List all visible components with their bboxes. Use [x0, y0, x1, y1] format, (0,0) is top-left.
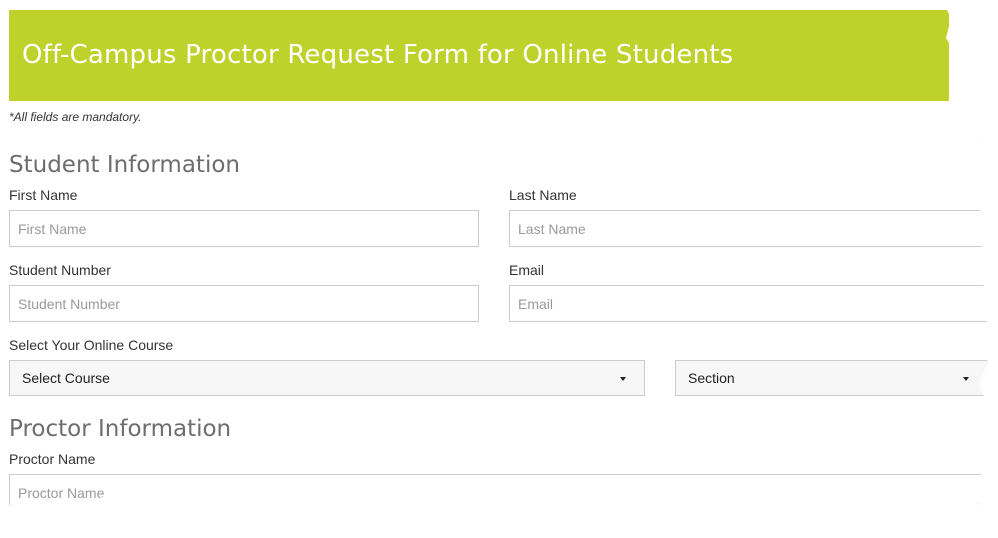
student-information-heading: Student Information — [9, 152, 240, 178]
email-input[interactable] — [509, 285, 989, 322]
section-select-value: Section — [688, 370, 735, 386]
last-name-input[interactable] — [509, 210, 989, 247]
first-name-label: First Name — [9, 187, 78, 203]
course-select-value: Select Course — [22, 370, 110, 386]
proctor-name-label: Proctor Name — [9, 451, 96, 467]
student-number-input[interactable] — [9, 285, 479, 322]
caret-down-icon — [620, 377, 626, 381]
caret-down-icon — [963, 377, 969, 381]
proctor-name-input[interactable] — [9, 474, 989, 511]
header-banner: Off-Campus Proctor Request Form for Onli… — [9, 10, 949, 101]
form-page: Off-Campus Proctor Request Form for Onli… — [0, 0, 998, 538]
mandatory-notice: *All fields are mandatory. — [9, 110, 142, 124]
last-name-label: Last Name — [509, 187, 577, 203]
student-number-label: Student Number — [9, 262, 111, 278]
section-select[interactable]: Section — [675, 360, 989, 396]
course-select[interactable]: Select Course — [9, 360, 645, 396]
page-title: Off-Campus Proctor Request Form for Onli… — [22, 40, 734, 70]
first-name-input[interactable] — [9, 210, 479, 247]
proctor-information-heading: Proctor Information — [9, 416, 232, 442]
course-label: Select Your Online Course — [9, 337, 174, 353]
email-label: Email — [509, 262, 545, 278]
